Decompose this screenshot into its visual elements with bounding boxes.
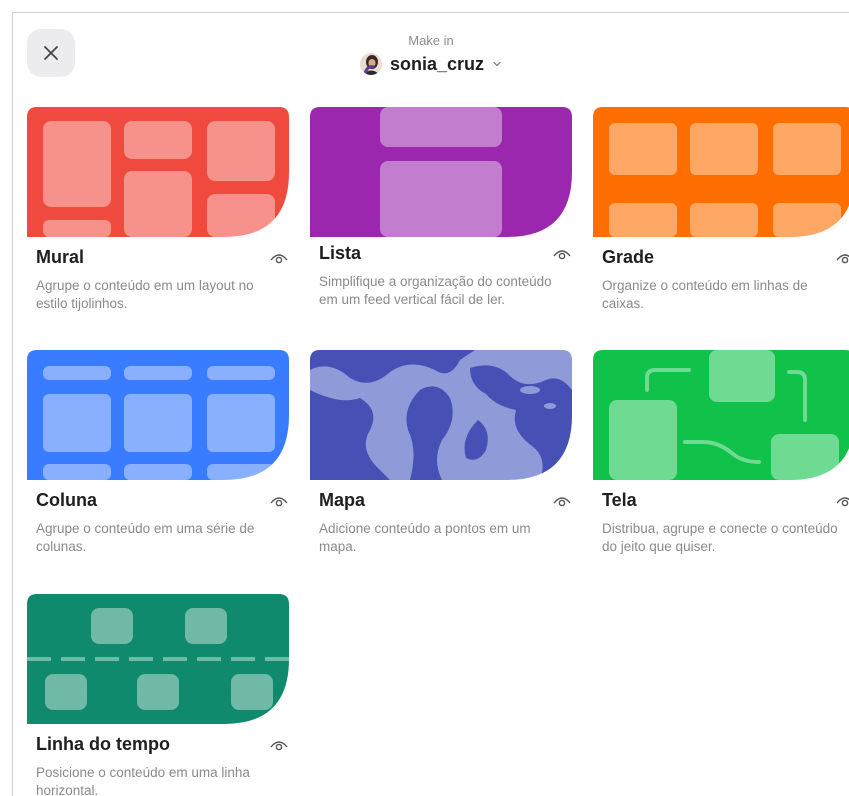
card-title: Linha do tempo (36, 734, 170, 754)
card-description: Distribua, agrupe e conecte o conteúdo d… (602, 521, 838, 554)
chevron-down-icon (493, 61, 501, 67)
format-card-grade[interactable]: Grade Organize o conteúdo em linhas de c… (593, 107, 849, 313)
eye-icon[interactable] (269, 494, 289, 508)
card-title: Mural (36, 247, 85, 267)
card-description: Adicione conteúdo a pontos em um mapa. (319, 521, 531, 554)
format-card-lista[interactable]: Lista Simplifique a organização do conte… (310, 107, 572, 309)
format-card-linha-do-tempo[interactable]: Linha do tempo Posicione o conteúdo em u… (27, 594, 289, 796)
card-title: Grade (602, 247, 655, 267)
mural-thumbnail[interactable] (27, 107, 289, 237)
make-in-header: Make in sonia_cruz (13, 33, 849, 80)
coluna-thumbnail[interactable] (27, 350, 289, 480)
make-dialog: Make in sonia_cruz Mural Agrupe o conteú… (12, 12, 849, 796)
eye-icon[interactable] (835, 251, 849, 265)
lista-thumbnail[interactable] (310, 107, 572, 237)
eye-icon[interactable] (552, 494, 572, 508)
format-card-mapa[interactable]: Mapa Adicione conteúdo a pontos em um ma… (310, 350, 572, 556)
card-title: Lista (319, 243, 362, 263)
eye-icon[interactable] (552, 247, 572, 261)
mapa-thumbnail[interactable] (310, 350, 572, 480)
format-card-mural[interactable]: Mural Agrupe o conteúdo em um layout no … (27, 107, 289, 313)
eye-icon[interactable] (269, 251, 289, 265)
format-card-coluna[interactable]: Coluna Agrupe o conteúdo em uma série de… (27, 350, 289, 556)
account-name: sonia_cruz (389, 53, 485, 74)
card-description: Simplifique a organização do conteúdo em… (319, 274, 552, 307)
card-description: Agrupe o conteúdo em uma série de coluna… (36, 521, 255, 554)
eye-icon[interactable] (269, 738, 289, 752)
eye-icon[interactable] (835, 494, 849, 508)
make-in-label: Make in (408, 33, 454, 48)
card-title: Tela (602, 490, 637, 510)
card-description: Agrupe o conteúdo em um layout no estilo… (36, 278, 254, 311)
card-title: Coluna (36, 490, 97, 510)
tela-thumbnail[interactable] (593, 350, 849, 480)
avatar (359, 53, 382, 75)
account-switcher[interactable]: sonia_cruz (359, 53, 502, 75)
format-card-tela[interactable]: Tela Distribua, agrupe e conecte o conte… (593, 350, 849, 556)
linha-do-tempo-thumbnail[interactable] (27, 594, 289, 724)
grade-thumbnail[interactable] (593, 107, 849, 237)
card-description: Organize o conteúdo em linhas de caixas. (602, 278, 808, 311)
card-title: Mapa (319, 490, 366, 510)
card-description: Posicione o conteúdo em uma linha horizo… (36, 765, 250, 796)
